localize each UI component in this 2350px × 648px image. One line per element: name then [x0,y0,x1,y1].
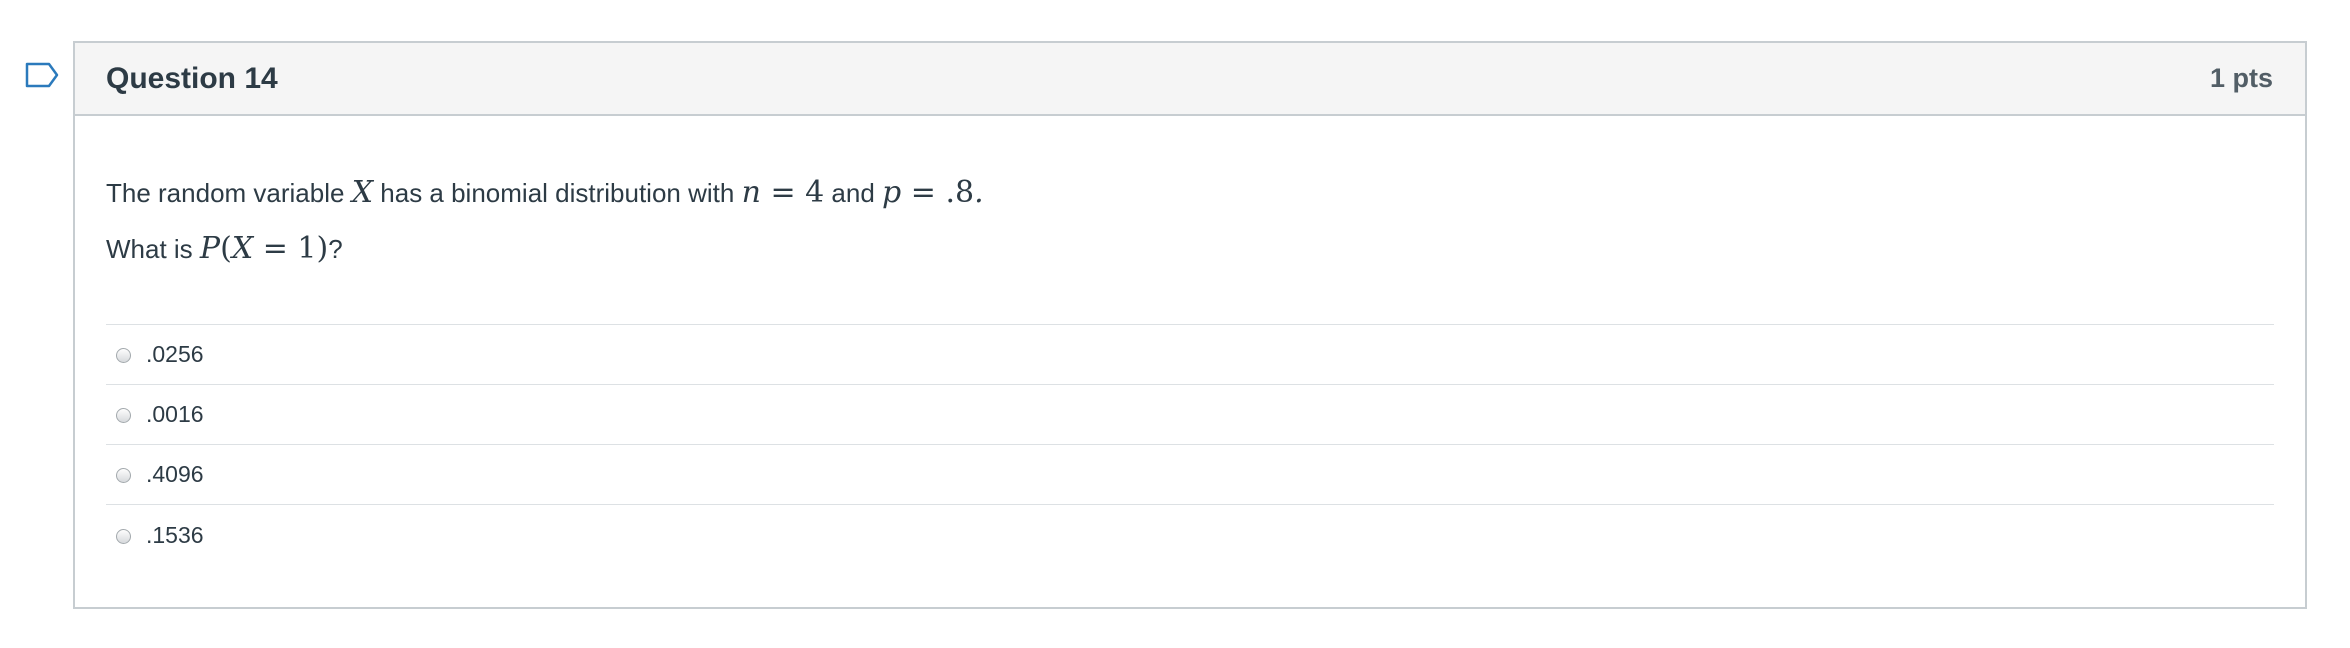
math-expression: p = .8 [882,175,974,210]
radio-button-icon[interactable] [116,348,131,363]
math-variable: X [231,231,254,266]
math-operator: = 4 [760,175,825,210]
math-operator: = 1) [253,231,329,266]
question-body: The random variable X has a binomial dis… [75,174,2305,565]
question-points: 1 pts [2209,63,2273,93]
question-title: Question 14 [106,61,278,95]
math-expression: n = 4 [742,175,825,210]
answer-option[interactable]: .4096 [106,445,2274,505]
math-variable: X [351,175,374,210]
math-paren: ( [220,231,232,266]
radio-button-icon[interactable] [116,468,131,483]
question-text: . [974,175,984,210]
math-variable: P [199,231,221,266]
question-text: and [824,178,883,208]
radio-button-icon[interactable] [116,408,131,423]
question-text: ? [328,234,343,264]
answer-label: .0256 [146,341,204,367]
answer-option[interactable]: .1536 [106,505,2274,565]
flag-question-icon[interactable] [25,62,59,88]
math-variable: p [882,175,902,210]
math-expression: P(X = 1) [200,231,328,266]
question-text-line-2: What is P(X = 1)? [106,230,2274,268]
question-header: Question 14 1 pts [75,43,2305,116]
math-operator: = .8 [901,175,975,210]
answer-label: .4096 [146,461,204,487]
answer-label: .0016 [146,401,204,427]
question-text: The random variable [106,178,352,208]
answer-list: .0256 .0016 .4096 .1536 [106,324,2274,565]
answer-option[interactable]: .0016 [106,385,2274,445]
radio-button-icon[interactable] [116,528,131,544]
question-text: What is [106,234,200,264]
answer-option[interactable]: .0256 [106,325,2274,385]
question-card: Question 14 1 pts The random variable X … [73,41,2307,609]
question-text: has a binomial distribution with [373,178,742,208]
answer-label: .1536 [146,521,204,548]
question-text-line-1: The random variable X has a binomial dis… [106,174,2274,212]
math-variable: n [741,175,761,210]
